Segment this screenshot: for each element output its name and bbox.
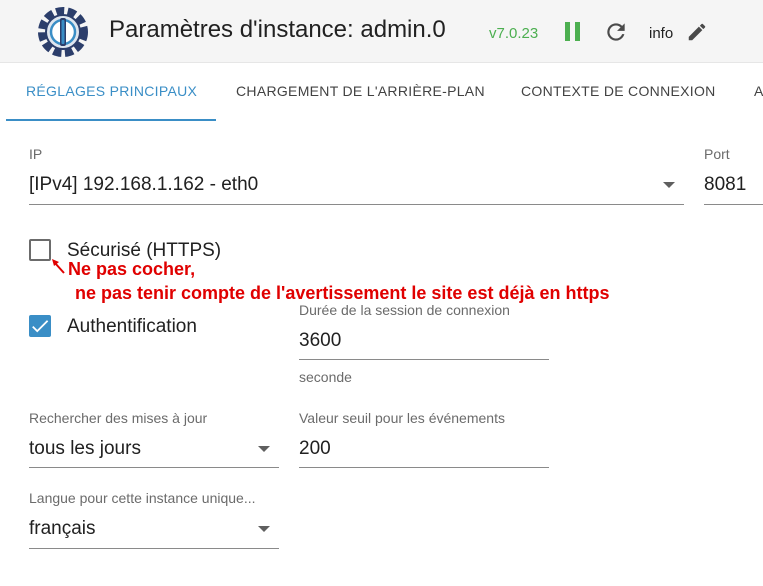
language-select[interactable]: français bbox=[29, 518, 96, 540]
edit-pencil-icon[interactable] bbox=[686, 21, 708, 43]
info-button[interactable]: info bbox=[649, 25, 673, 42]
threshold-input[interactable]: 200 bbox=[299, 438, 331, 460]
updates-underline bbox=[29, 467, 279, 468]
tab-background-loading[interactable]: CHARGEMENT DE L'ARRIÈRE-PLAN bbox=[236, 83, 485, 99]
port-underline bbox=[704, 204, 763, 205]
updates-label: Rechercher des mises à jour bbox=[29, 410, 208, 426]
threshold-label: Valeur seuil pour les événements bbox=[299, 410, 505, 426]
reload-icon[interactable] bbox=[603, 19, 629, 45]
port-label: Port bbox=[704, 146, 730, 162]
checkmark-icon bbox=[32, 320, 49, 333]
pause-icon[interactable] bbox=[565, 22, 581, 41]
ttl-unit-helper: seconde bbox=[299, 369, 352, 385]
updates-dropdown-arrow-icon[interactable] bbox=[258, 446, 270, 452]
annotation-line-1: Ne pas cocher, bbox=[68, 259, 196, 279]
language-label: Langue pour cette instance unique... bbox=[29, 490, 256, 506]
port-input[interactable]: 8081 bbox=[704, 174, 746, 196]
secure-checkbox[interactable] bbox=[29, 239, 51, 261]
auth-checkbox[interactable] bbox=[29, 315, 51, 337]
ip-dropdown-arrow-icon[interactable] bbox=[663, 182, 675, 188]
page-title: Paramètres d'instance: admin.0 bbox=[109, 16, 446, 43]
app-header: Paramètres d'instance: admin.0 v7.0.23 i… bbox=[0, 0, 763, 63]
annotation-arrow-icon bbox=[52, 259, 65, 274]
ip-select[interactable]: [IPv4] 192.168.1.162 - eth0 bbox=[29, 174, 258, 196]
tab-bar: RÉGLAGES PRINCIPAUX CHARGEMENT DE L'ARRI… bbox=[0, 63, 763, 121]
ip-underline bbox=[29, 204, 684, 205]
language-dropdown-arrow-icon[interactable] bbox=[258, 526, 270, 532]
annotation-line-2: ne pas tenir compte de l'avertissement l… bbox=[75, 283, 610, 303]
active-tab-indicator bbox=[6, 119, 216, 121]
iobroker-logo-icon bbox=[38, 7, 88, 57]
threshold-underline bbox=[299, 467, 549, 468]
ip-label: IP bbox=[29, 146, 43, 162]
language-underline bbox=[29, 548, 279, 549]
ttl-input[interactable]: 3600 bbox=[299, 330, 341, 352]
auth-label[interactable]: Authentification bbox=[67, 316, 197, 338]
ttl-underline bbox=[299, 359, 549, 360]
tab-main-settings[interactable]: RÉGLAGES PRINCIPAUX bbox=[26, 83, 197, 99]
tab-truncated[interactable]: A bbox=[754, 83, 763, 99]
version-badge: v7.0.23 bbox=[489, 25, 539, 42]
ttl-label: Durée de la session de connexion bbox=[299, 302, 510, 318]
tab-connection-context[interactable]: CONTEXTE DE CONNEXION bbox=[521, 83, 716, 99]
updates-select[interactable]: tous les jours bbox=[29, 438, 141, 460]
